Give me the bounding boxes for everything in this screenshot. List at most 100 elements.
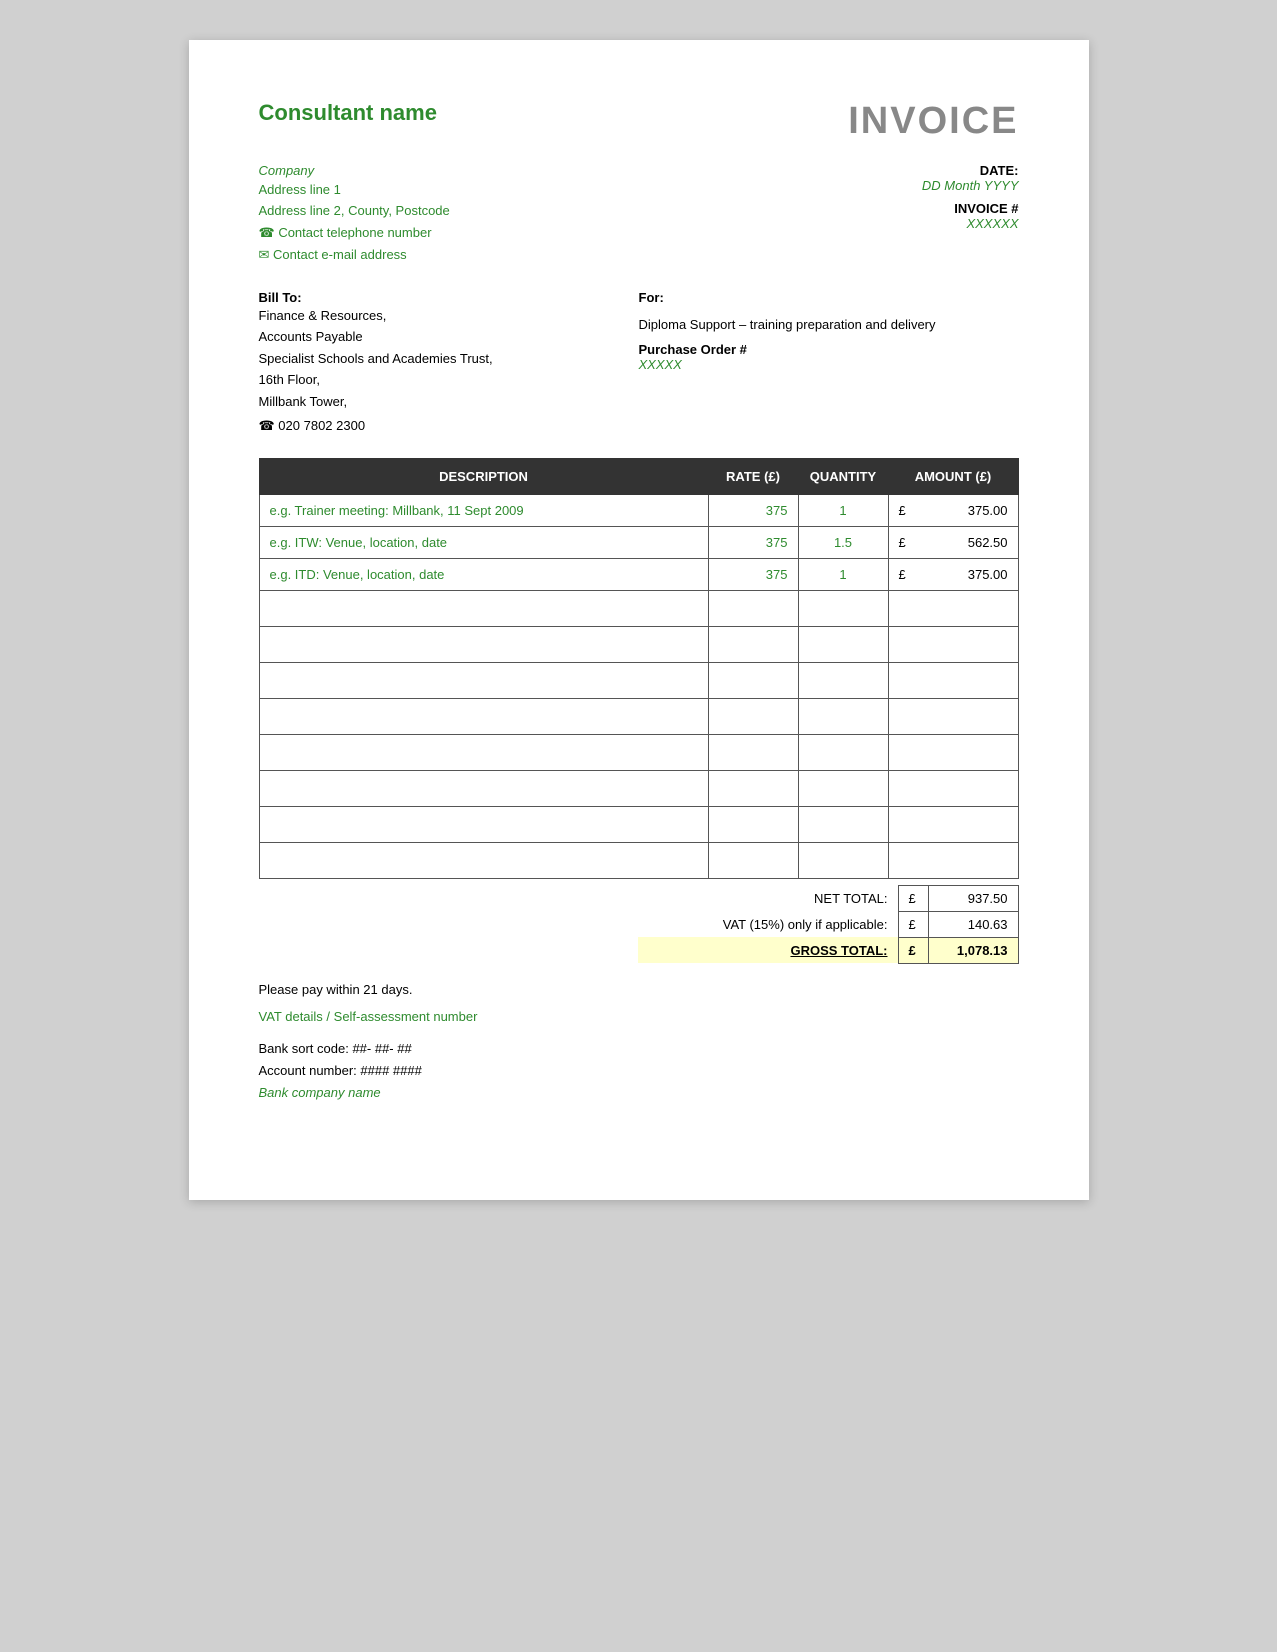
- empty-table-row: [259, 662, 1018, 698]
- for-section: For: Diploma Support – training preparat…: [639, 290, 1019, 434]
- date-invoice-section: DATE: DD Month YYYY INVOICE # XXXXXX: [759, 163, 1019, 231]
- bill-details: Finance & Resources, Accounts Payable Sp…: [259, 305, 601, 412]
- empty-cell-qty: [798, 806, 888, 842]
- empty-cell-amount: [888, 842, 1018, 878]
- table-row: e.g. ITD: Venue, location, date 375 1 £ …: [259, 558, 1018, 590]
- row-quantity: 1: [798, 558, 888, 590]
- net-amount: 937.50: [928, 885, 1018, 911]
- col-rate: RATE (£): [708, 458, 798, 494]
- row-description: e.g. ITW: Venue, location, date: [259, 526, 708, 558]
- gross-total-row: GROSS TOTAL: £ 1,078.13: [259, 937, 1019, 963]
- row-rate: 375: [708, 494, 798, 526]
- address-line2: Address line 2, County, Postcode: [259, 201, 450, 222]
- table-row: e.g. ITW: Venue, location, date 375 1.5 …: [259, 526, 1018, 558]
- empty-table-row: [259, 770, 1018, 806]
- email-line: ✉ Contact e-mail address: [259, 244, 450, 266]
- col-quantity: QUANTITY: [798, 458, 888, 494]
- empty-cell-amount: [888, 698, 1018, 734]
- row-amount: £ 375.00: [888, 558, 1018, 590]
- gross-currency: £: [898, 937, 928, 963]
- row-rate: 375: [708, 526, 798, 558]
- empty-cell-qty: [798, 734, 888, 770]
- empty-cell-desc: [259, 734, 708, 770]
- empty-table-row: [259, 626, 1018, 662]
- empty-cell-desc: [259, 662, 708, 698]
- bill-line3: Specialist Schools and Academies Trust,: [259, 348, 601, 369]
- empty-cell-desc: [259, 842, 708, 878]
- row-rate: 375: [708, 558, 798, 590]
- empty-cell-desc: [259, 770, 708, 806]
- empty-cell-rate: [708, 626, 798, 662]
- telephone-value: Contact telephone number: [278, 225, 431, 240]
- row-amount: £ 375.00: [888, 494, 1018, 526]
- table-header-row: DESCRIPTION RATE (£) QUANTITY AMOUNT (£): [259, 458, 1018, 494]
- net-total-row: NET TOTAL: £ 937.50: [259, 885, 1019, 911]
- vat-label: VAT (15%) only if applicable:: [638, 911, 898, 937]
- empty-table-row: [259, 734, 1018, 770]
- address-line1: Address line 1: [259, 180, 450, 201]
- sender-info: Company Address line 1 Address line 2, C…: [259, 163, 450, 266]
- row-quantity: 1.5: [798, 526, 888, 558]
- col-description: DESCRIPTION: [259, 458, 708, 494]
- empty-table-row: [259, 806, 1018, 842]
- vat-details: VAT details / Self-assessment number: [259, 1009, 1019, 1024]
- empty-cell-qty: [798, 590, 888, 626]
- invoice-page: Consultant name INVOICE Company Address …: [189, 40, 1089, 1200]
- empty-cell-rate: [708, 662, 798, 698]
- bank-details: Bank sort code: ##- ##- ## Account numbe…: [259, 1038, 1019, 1104]
- email-icon: ✉: [259, 247, 274, 262]
- email-value: Contact e-mail address: [273, 247, 407, 262]
- for-description: Diploma Support – training preparation a…: [639, 315, 1019, 335]
- bill-line2: Accounts Payable: [259, 326, 601, 347]
- row-currency: £: [899, 535, 906, 550]
- bank-company: Bank company name: [259, 1082, 1019, 1104]
- for-label: For:: [639, 290, 1019, 305]
- bill-to-label: Bill To:: [259, 290, 601, 305]
- empty-cell-qty: [798, 698, 888, 734]
- invoice-title: INVOICE: [848, 100, 1018, 143]
- billing-section: Bill To: Finance & Resources, Accounts P…: [259, 290, 1019, 434]
- row-currency: £: [899, 503, 906, 518]
- invoice-label: INVOICE #: [759, 201, 1019, 216]
- vat-row: VAT (15%) only if applicable: £ 140.63: [259, 911, 1019, 937]
- row-amount-value: 375.00: [968, 503, 1008, 518]
- empty-cell-amount: [888, 806, 1018, 842]
- empty-cell-rate: [708, 698, 798, 734]
- table-row: e.g. Trainer meeting: Millbank, 11 Sept …: [259, 494, 1018, 526]
- header-section: Consultant name INVOICE: [259, 100, 1019, 143]
- invoice-table: DESCRIPTION RATE (£) QUANTITY AMOUNT (£)…: [259, 458, 1019, 879]
- bill-line5: Millbank Tower,: [259, 391, 601, 412]
- row-currency: £: [899, 567, 906, 582]
- empty-cell-amount: [888, 734, 1018, 770]
- company-name: Company: [259, 163, 450, 178]
- empty-cell-rate: [708, 842, 798, 878]
- bank-sort: Bank sort code: ##- ##- ##: [259, 1038, 1019, 1060]
- bill-line1: Finance & Resources,: [259, 305, 601, 326]
- vat-amount: 140.63: [928, 911, 1018, 937]
- empty-table-row: [259, 590, 1018, 626]
- bill-phone: ☎ 020 7802 2300: [259, 418, 601, 434]
- col-amount: AMOUNT (£): [888, 458, 1018, 494]
- empty-cell-amount: [888, 662, 1018, 698]
- empty-cell-amount: [888, 590, 1018, 626]
- empty-table-row: [259, 842, 1018, 878]
- empty-cell-desc: [259, 590, 708, 626]
- row-quantity: 1: [798, 494, 888, 526]
- empty-table-row: [259, 698, 1018, 734]
- bill-to-section: Bill To: Finance & Resources, Accounts P…: [259, 290, 601, 434]
- empty-cell-rate: [708, 806, 798, 842]
- date-label: DATE:: [759, 163, 1019, 178]
- empty-cell-qty: [798, 842, 888, 878]
- empty-cell-rate: [708, 734, 798, 770]
- empty-cell-rate: [708, 770, 798, 806]
- consultant-name: Consultant name: [259, 100, 437, 126]
- empty-cell-desc: [259, 698, 708, 734]
- net-currency: £: [898, 885, 928, 911]
- empty-cell-desc: [259, 806, 708, 842]
- empty-cell-desc: [259, 626, 708, 662]
- row-description: e.g. Trainer meeting: Millbank, 11 Sept …: [259, 494, 708, 526]
- invoice-number: XXXXXX: [759, 216, 1019, 231]
- empty-cell-qty: [798, 626, 888, 662]
- footer-section: Please pay within 21 days. VAT details /…: [259, 982, 1019, 1104]
- gross-label: GROSS TOTAL:: [638, 937, 898, 963]
